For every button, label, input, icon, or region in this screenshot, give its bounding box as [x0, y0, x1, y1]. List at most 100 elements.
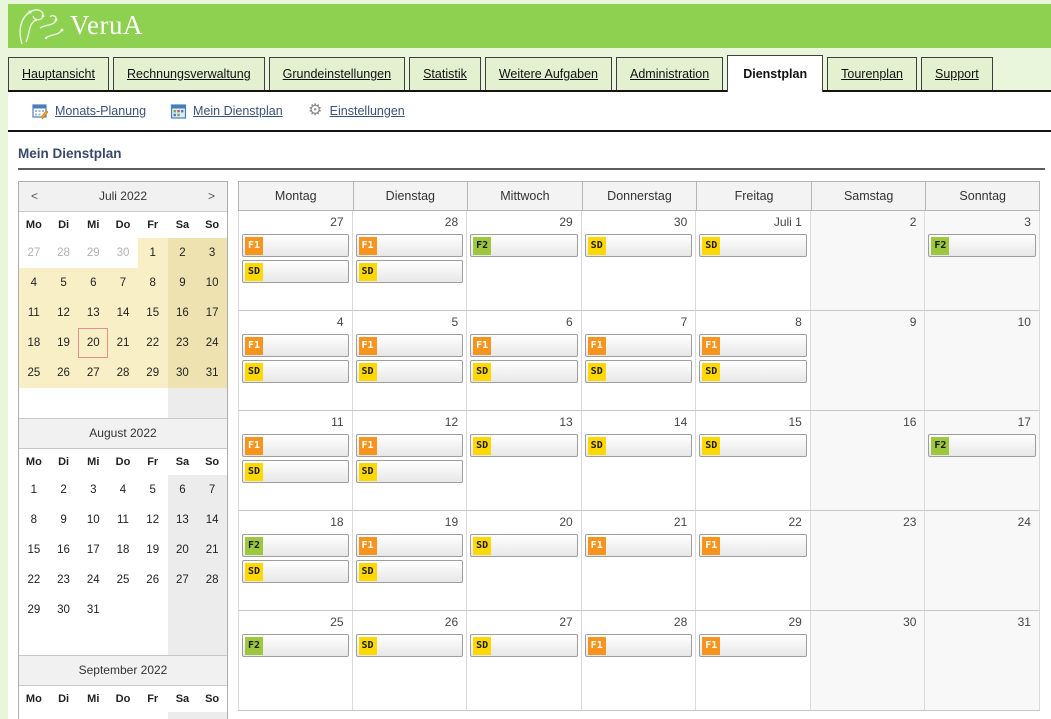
mini-day[interactable]: 17	[197, 298, 227, 328]
shift-entry[interactable]: F2	[470, 234, 578, 257]
shift-entry[interactable]: SD	[585, 434, 693, 457]
mini-day[interactable]: 30	[49, 595, 79, 625]
mini-day[interactable]: 6	[78, 268, 108, 298]
tab-rechnungsverwaltung[interactable]: Rechnungsverwaltung	[113, 57, 265, 90]
day-cell[interactable]: 25F2	[238, 611, 353, 711]
shift-entry[interactable]: SD	[356, 260, 464, 283]
day-cell[interactable]: 13SD	[467, 411, 582, 511]
shift-entry[interactable]: SD	[470, 534, 578, 557]
mini-day[interactable]: 13	[78, 298, 108, 328]
day-cell[interactable]: 28F1	[582, 611, 697, 711]
shift-entry[interactable]: F1	[470, 334, 578, 357]
day-cell[interactable]: 17F2	[925, 411, 1040, 511]
shift-entry[interactable]: SD	[242, 360, 349, 383]
mini-day[interactable]: 23	[168, 328, 198, 358]
day-cell[interactable]: 9	[811, 311, 926, 411]
mini-day[interactable]: 28	[108, 358, 138, 388]
shift-entry[interactable]: SD	[699, 360, 807, 383]
mini-day[interactable]: 4	[108, 475, 138, 505]
shift-entry[interactable]: SD	[356, 360, 464, 383]
day-cell[interactable]: 31	[925, 611, 1040, 711]
day-cell[interactable]: 10	[925, 311, 1040, 411]
day-cell[interactable]: Juli 1SD	[696, 211, 811, 311]
subnav-item-einstellungen[interactable]: ⚙ Einstellungen	[307, 103, 405, 120]
mini-day[interactable]: 7	[108, 268, 138, 298]
mini-day[interactable]: 3	[78, 475, 108, 505]
mini-day[interactable]: 10	[197, 268, 227, 298]
shift-entry[interactable]: F1	[699, 534, 807, 557]
mini-day[interactable]: 1	[138, 238, 168, 268]
day-cell[interactable]: 18F2SD	[238, 511, 353, 611]
shift-entry[interactable]: SD	[470, 360, 578, 383]
tab-administration[interactable]: Administration	[616, 57, 723, 90]
mini-day[interactable]: 26	[49, 358, 79, 388]
mini-day[interactable]: 14	[108, 298, 138, 328]
subnav-item-monats-planung[interactable]: Monats-Planung	[32, 103, 146, 120]
day-cell[interactable]: 4F1SD	[238, 311, 353, 411]
shift-entry[interactable]: SD	[585, 234, 693, 257]
mini-day[interactable]: 20	[168, 535, 198, 565]
day-cell[interactable]: 8F1SD	[696, 311, 811, 411]
mini-day[interactable]: 27	[78, 358, 108, 388]
day-cell[interactable]: 26SD	[353, 611, 468, 711]
day-cell[interactable]: 7F1SD	[582, 311, 697, 411]
day-cell[interactable]: 30SD	[582, 211, 697, 311]
mini-day[interactable]: 30	[108, 238, 138, 268]
shift-entry[interactable]: F1	[585, 634, 693, 657]
day-cell[interactable]: 19F1SD	[353, 511, 468, 611]
next-month-button[interactable]: >	[202, 182, 221, 211]
shift-entry[interactable]: F1	[356, 234, 464, 257]
day-cell[interactable]: 24	[925, 511, 1040, 611]
day-cell[interactable]: 30	[811, 611, 926, 711]
mini-day[interactable]: 17	[78, 535, 108, 565]
day-cell[interactable]: 20SD	[467, 511, 582, 611]
mini-day[interactable]: 5	[49, 268, 79, 298]
shift-entry[interactable]: SD	[242, 460, 349, 483]
shift-entry[interactable]: F1	[699, 634, 807, 657]
tab-hauptansicht[interactable]: Hauptansicht	[8, 57, 109, 90]
mini-day[interactable]: 2	[49, 475, 79, 505]
day-cell[interactable]: 29F1	[696, 611, 811, 711]
day-cell[interactable]: 29F2	[467, 211, 582, 311]
mini-day[interactable]: 19	[138, 535, 168, 565]
mini-day[interactable]: 31	[197, 358, 227, 388]
tab-grundeinstellungen[interactable]: Grundeinstellungen	[269, 57, 405, 90]
subnav-item-mein-dienstplan[interactable]: Mein Dienstplan	[170, 103, 283, 120]
mini-day[interactable]: 30	[168, 358, 198, 388]
shift-entry[interactable]: SD	[699, 434, 807, 457]
prev-month-button[interactable]: <	[25, 182, 44, 211]
mini-day[interactable]: 15	[19, 535, 49, 565]
mini-day[interactable]: 8	[19, 505, 49, 535]
mini-day[interactable]: 31	[78, 595, 108, 625]
day-cell[interactable]: 23	[811, 511, 926, 611]
mini-day[interactable]: 19	[49, 328, 79, 358]
mini-day[interactable]: 8	[138, 268, 168, 298]
shift-entry[interactable]: F1	[699, 334, 807, 357]
tab-statistik[interactable]: Statistik	[409, 57, 481, 90]
shift-entry[interactable]: SD	[699, 234, 807, 257]
shift-entry[interactable]: SD	[356, 560, 464, 583]
mini-day[interactable]: 21	[108, 328, 138, 358]
shift-entry[interactable]: F2	[242, 634, 349, 657]
mini-day[interactable]: 11	[19, 298, 49, 328]
shift-entry[interactable]: F1	[356, 334, 464, 357]
day-cell[interactable]: 27SD	[467, 611, 582, 711]
shift-entry[interactable]: SD	[242, 560, 349, 583]
day-cell[interactable]: 2	[811, 211, 926, 311]
day-cell[interactable]: 16	[811, 411, 926, 511]
shift-entry[interactable]: SD	[470, 634, 578, 657]
shift-entry[interactable]: F1	[242, 234, 349, 257]
mini-day[interactable]: 4	[197, 712, 227, 719]
shift-entry[interactable]: F1	[585, 534, 693, 557]
day-cell[interactable]: 5F1SD	[353, 311, 468, 411]
shift-entry[interactable]: F2	[928, 234, 1036, 257]
mini-day[interactable]: 5	[138, 475, 168, 505]
mini-day[interactable]: 18	[19, 328, 49, 358]
mini-day[interactable]: 10	[78, 505, 108, 535]
mini-day[interactable]: 2	[138, 712, 168, 719]
mini-day[interactable]: 1	[108, 712, 138, 719]
mini-day[interactable]: 9	[168, 268, 198, 298]
day-cell[interactable]: 28F1SD	[353, 211, 468, 311]
day-cell[interactable]: 12F1SD	[353, 411, 468, 511]
shift-entry[interactable]: SD	[356, 634, 464, 657]
